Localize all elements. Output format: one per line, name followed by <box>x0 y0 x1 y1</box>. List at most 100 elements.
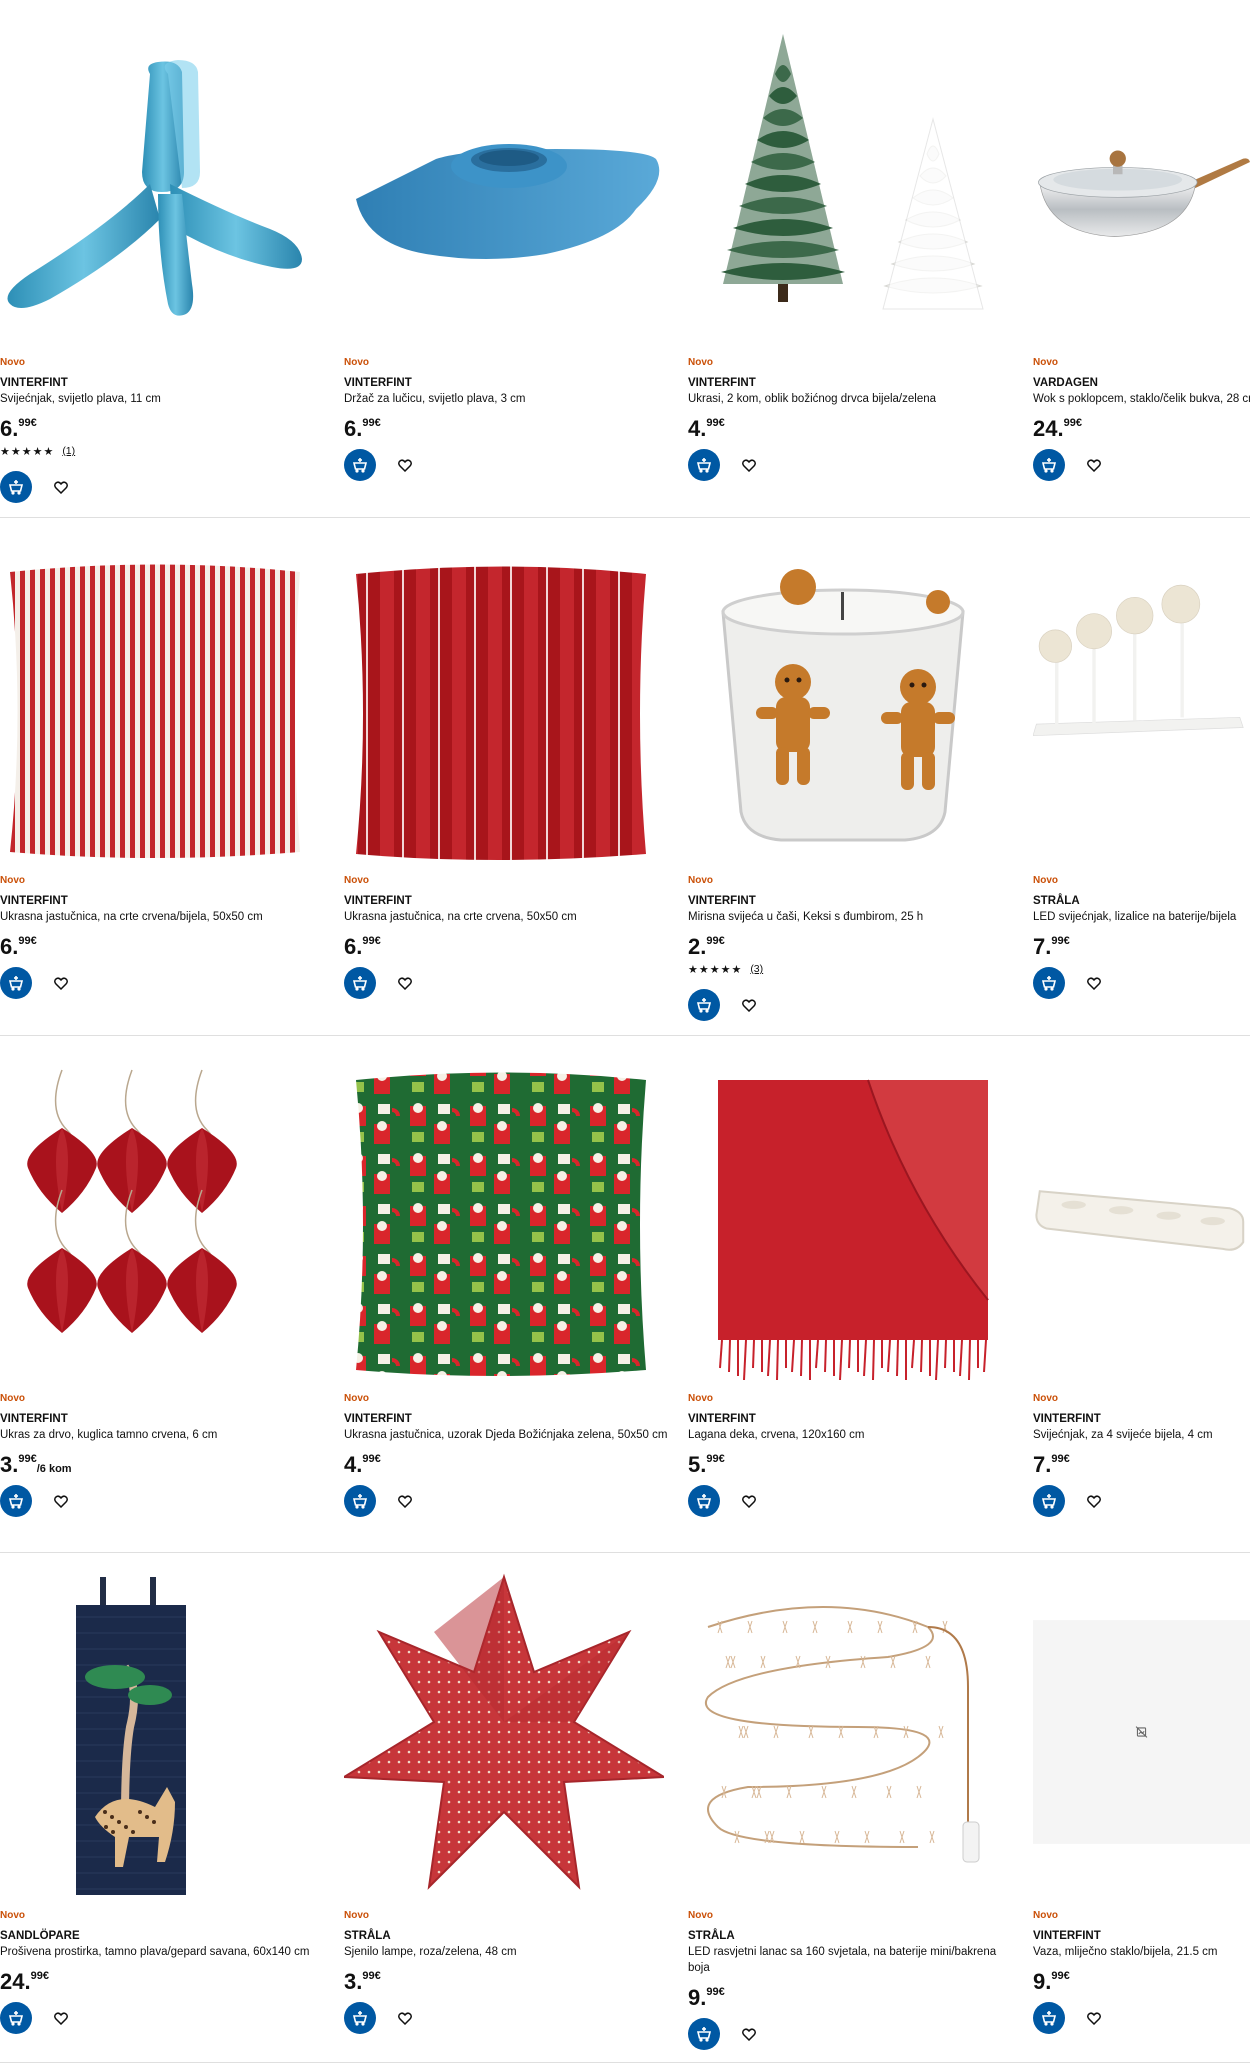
favourite-button[interactable] <box>396 974 414 992</box>
product-image[interactable] <box>344 1567 664 1897</box>
product-image[interactable] <box>688 1567 1008 1897</box>
favourite-button[interactable] <box>52 478 70 496</box>
add-to-cart-button[interactable] <box>344 1485 376 1517</box>
product-image[interactable] <box>0 532 320 862</box>
product-card[interactable]: Novo STRÅLA Sjenilo lampe, roza/zelena, … <box>344 1553 664 2062</box>
favourite-button[interactable] <box>740 456 758 474</box>
favourite-button[interactable] <box>52 974 70 992</box>
favourite-button[interactable] <box>396 456 414 474</box>
product-description[interactable]: Ukrasi, 2 kom, oblik božićnog drvca bije… <box>688 391 1014 407</box>
favourite-button[interactable] <box>1085 456 1103 474</box>
product-name[interactable]: VINTERFINT <box>0 376 326 390</box>
product-image[interactable] <box>1033 1050 1250 1380</box>
favourite-button[interactable] <box>740 996 758 1014</box>
product-name[interactable]: VINTERFINT <box>688 376 1014 390</box>
product-card[interactable]: Novo VINTERFINT Ukrasna jastučnica, uzor… <box>344 1036 667 1552</box>
product-image[interactable] <box>688 14 1008 344</box>
product-name[interactable]: VINTERFINT <box>0 1412 326 1426</box>
product-name[interactable]: STRÅLA <box>1033 894 1250 908</box>
product-name[interactable]: VINTERFINT <box>344 376 670 390</box>
favourite-button[interactable] <box>52 2009 70 2027</box>
product-description[interactable]: LED rasvjetni lanac sa 160 svjetala, na … <box>688 1944 1014 1976</box>
product-image[interactable] <box>0 1050 320 1380</box>
product-description[interactable]: Držač za lučicu, svijetlo plava, 3 cm <box>344 391 670 407</box>
product-card[interactable]: Novo VINTERFINT Svijećnjak, za 4 svijeće… <box>1033 1036 1250 1552</box>
product-name[interactable]: VINTERFINT <box>1033 1929 1250 1943</box>
favourite-button[interactable] <box>396 2009 414 2027</box>
add-to-cart-button[interactable] <box>0 471 32 503</box>
product-image[interactable] <box>0 14 320 344</box>
product-name[interactable]: VINTERFINT <box>344 894 670 908</box>
product-description[interactable]: Mirisna svijeća u čaši, Keksi s đumbirom… <box>688 909 1014 925</box>
product-image[interactable] <box>688 1050 1008 1380</box>
product-description[interactable]: Ukrasna jastučnica, uzorak Djeda Božićnj… <box>344 1427 670 1443</box>
review-count[interactable]: (1) <box>62 445 75 457</box>
favourite-button[interactable] <box>1085 2009 1103 2027</box>
add-to-cart-button[interactable] <box>344 967 376 999</box>
product-description[interactable]: Wok s poklopcem, staklo/čelik bukva, 28 … <box>1033 391 1250 407</box>
product-name[interactable]: STRÅLA <box>688 1929 1014 1943</box>
add-to-cart-button[interactable] <box>1033 967 1065 999</box>
product-card[interactable]: Novo VINTERFINT Ukras za drvo, kuglica t… <box>0 1036 320 1552</box>
product-image[interactable] <box>1033 1567 1250 1897</box>
product-image[interactable] <box>344 532 664 862</box>
review-count[interactable]: (3) <box>750 963 763 975</box>
product-card[interactable]: Novo VINTERFINT Vaza, mliječno staklo/bi… <box>1033 1553 1250 2062</box>
add-to-cart-button[interactable] <box>688 1485 720 1517</box>
product-description[interactable]: Svijećnjak, za 4 svijeće bijela, 4 cm <box>1033 1427 1250 1443</box>
add-to-cart-button[interactable] <box>1033 2002 1065 2034</box>
product-card[interactable]: Novo VARDAGEN Wok s poklopcem, staklo/če… <box>1033 0 1250 517</box>
product-name[interactable]: VINTERFINT <box>688 1412 1014 1426</box>
product-description[interactable]: Prošivena prostirka, tamno plava/gepard … <box>0 1944 326 1960</box>
product-rating[interactable]: ★★★★★ (3) <box>688 961 1014 977</box>
add-to-cart-button[interactable] <box>688 2018 720 2050</box>
product-name[interactable]: SANDLÖPARE <box>0 1929 326 1943</box>
product-rating[interactable]: ★★★★★ (1) <box>0 443 326 459</box>
product-name[interactable]: VINTERFINT <box>0 894 326 908</box>
add-to-cart-button[interactable] <box>0 967 32 999</box>
product-image[interactable] <box>344 1050 664 1380</box>
product-card[interactable]: Novo VINTERFINT Ukrasi, 2 kom, oblik bož… <box>688 0 1008 517</box>
product-card[interactable]: Novo SANDLÖPARE Prošivena prostirka, tam… <box>0 1553 320 2062</box>
product-image[interactable] <box>344 14 664 344</box>
product-name[interactable]: VARDAGEN <box>1033 376 1250 390</box>
add-to-cart-button[interactable] <box>688 449 720 481</box>
product-name[interactable]: VINTERFINT <box>1033 1412 1250 1426</box>
add-to-cart-button[interactable] <box>1033 1485 1065 1517</box>
favourite-button[interactable] <box>52 1492 70 1510</box>
product-card[interactable]: Novo VINTERFINT Držač za lučicu, svijetl… <box>344 0 664 517</box>
product-description[interactable]: Ukras za drvo, kuglica tamno crvena, 6 c… <box>0 1427 326 1443</box>
product-image[interactable] <box>1033 532 1250 862</box>
product-image[interactable] <box>0 1567 320 1897</box>
favourite-button[interactable] <box>1085 1492 1103 1510</box>
product-card[interactable]: Novo STRÅLA LED rasvjetni lanac sa 160 s… <box>688 1553 1008 2062</box>
product-name[interactable]: STRÅLA <box>344 1929 670 1943</box>
add-to-cart-button[interactable] <box>344 2002 376 2034</box>
product-card[interactable]: Novo VINTERFINT Mirisna svijeća u čaši, … <box>688 518 1008 1035</box>
add-to-cart-button[interactable] <box>1033 449 1065 481</box>
favourite-button[interactable] <box>740 2025 758 2043</box>
add-to-cart-button[interactable] <box>688 989 720 1021</box>
product-image[interactable] <box>688 532 1008 862</box>
product-description[interactable]: Vaza, mliječno staklo/bijela, 21.5 cm <box>1033 1944 1250 1960</box>
product-card[interactable]: Novo VINTERFINT Lagana deka, crvena, 120… <box>688 1036 1008 1552</box>
product-name[interactable]: VINTERFINT <box>344 1412 670 1426</box>
product-image[interactable] <box>1033 14 1250 344</box>
product-name[interactable]: VINTERFINT <box>688 894 1014 908</box>
product-description[interactable]: Svijećnjak, svijetlo plava, 11 cm <box>0 391 326 407</box>
favourite-button[interactable] <box>396 1492 414 1510</box>
add-to-cart-button[interactable] <box>0 1485 32 1517</box>
product-description[interactable]: Ukrasna jastučnica, na crte crvena, 50x5… <box>344 909 670 925</box>
favourite-button[interactable] <box>1085 974 1103 992</box>
product-description[interactable]: Lagana deka, crvena, 120x160 cm <box>688 1427 1014 1443</box>
product-description[interactable]: Sjenilo lampe, roza/zelena, 48 cm <box>344 1944 670 1960</box>
favourite-button[interactable] <box>740 1492 758 1510</box>
product-description[interactable]: Ukrasna jastučnica, na crte crvena/bijel… <box>0 909 326 925</box>
product-description[interactable]: LED svijećnjak, lizalice na baterije/bij… <box>1033 909 1250 925</box>
product-card[interactable]: Novo VINTERFINT Ukrasna jastučnica, na c… <box>344 518 664 1035</box>
add-to-cart-button[interactable] <box>344 449 376 481</box>
product-card[interactable]: Novo STRÅLA LED svijećnjak, lizalice na … <box>1033 518 1250 1035</box>
product-card[interactable]: Novo VINTERFINT Ukrasna jastučnica, na c… <box>0 518 320 1035</box>
add-to-cart-button[interactable] <box>0 2002 32 2034</box>
product-card[interactable]: Novo VINTERFINT Svijećnjak, svijetlo pla… <box>0 0 320 517</box>
